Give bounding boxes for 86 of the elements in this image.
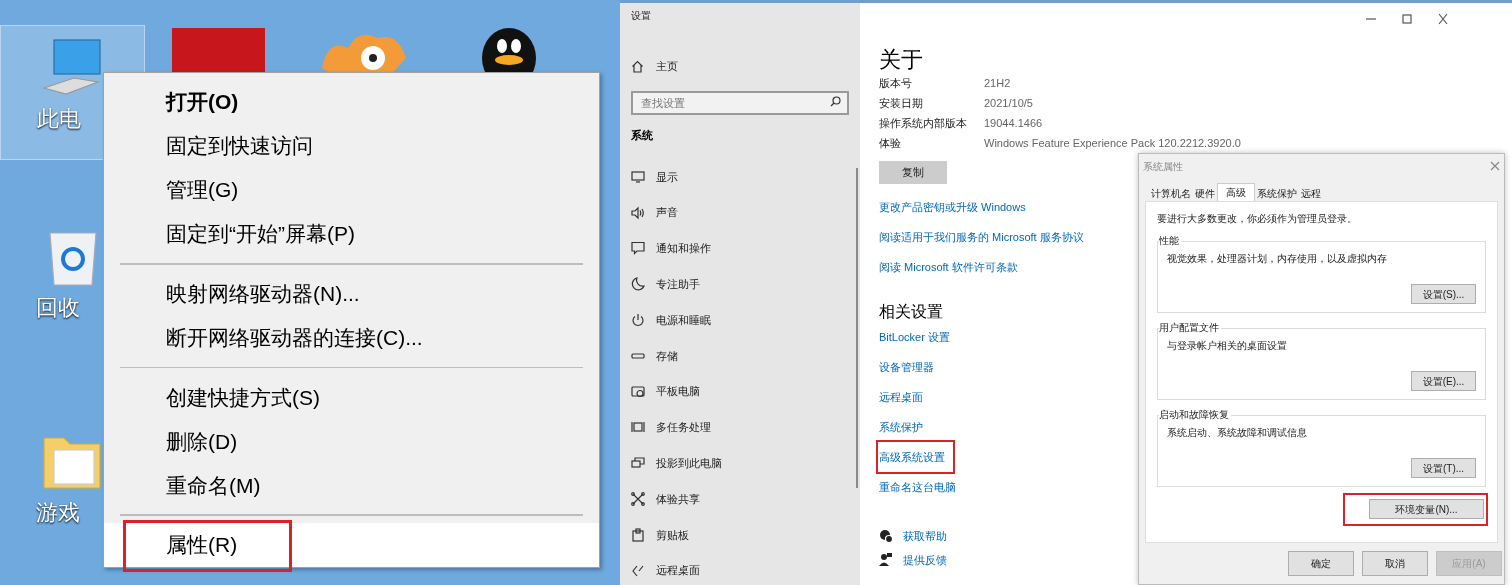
nodes-icon [631,492,645,507]
screens-icon [631,456,645,471]
dialog-title: 系统属性 [1143,159,1183,174]
home-icon [631,59,644,73]
moon-icon [631,277,645,292]
link[interactable]: 获取帮助 [903,527,947,545]
section-heading: 相关设置 [879,302,944,322]
clipboard-icon [631,527,645,542]
speech-bubble-icon [631,241,645,256]
menu-item[interactable]: 重命名(M) [104,463,599,508]
sidebar-item[interactable]: 远程桌面 [656,562,700,579]
link[interactable]: BitLocker 设置 [879,328,950,346]
close-icon [1436,13,1450,25]
sidebar-item[interactable]: 剪贴板 [656,526,689,544]
spec-label: 操作系统内部版本 [879,115,968,131]
link[interactable]: 高级系统设置 [879,448,945,466]
scrollbar[interactable] [856,168,858,488]
link[interactable]: 重命名这台电脑 [879,478,956,496]
environment-variables-button[interactable]: 环境变量(N)... [1369,499,1484,519]
search-icon [830,96,841,107]
group-description: 系统启动、系统故障和调试信息 [1167,427,1308,439]
sidebar-link[interactable]: 主页 [656,57,678,75]
dialog-button[interactable]: 取消 [1362,551,1428,576]
sidebar-item[interactable]: 平板电脑 [656,383,700,400]
spec-value: 19044.1466 [984,115,1043,131]
spec-label: 版本号 [879,75,913,91]
menu-item[interactable]: 固定到“开始”屏幕(P) [104,212,599,256]
tab[interactable]: 硬件 [1193,186,1217,201]
sidebar-item[interactable]: 显示 [656,168,678,186]
chat-bubbles-icon [879,529,893,543]
group-title: 性能 [1159,235,1181,247]
chevrons-icon [631,563,645,578]
windows-icon [631,420,645,435]
power-icon [631,313,645,328]
tab[interactable]: 高级 [1217,183,1255,201]
sidebar-item[interactable]: 通知和操作 [656,240,711,257]
link[interactable]: 提供反馈 [903,551,947,569]
copy-button[interactable]: 复制 [879,161,947,184]
sidebar-item[interactable]: 声音 [656,204,678,221]
menu-item[interactable]: 管理(G) [104,168,599,212]
notice-text: 要进行大多数更改，你必须作为管理员登录。 [1157,213,1358,225]
group-description: 与登录帐户相关的桌面设置 [1167,340,1288,352]
tab[interactable]: 系统保护 [1255,186,1299,201]
menu-item[interactable]: 创建快捷方式(S) [104,375,599,420]
group-title: 启动和故障恢复 [1159,409,1231,421]
link[interactable]: 远程桌面 [879,388,923,406]
desktop-icon-label: 此电 [36,106,81,132]
window-title: 设置 [631,10,652,22]
link[interactable]: 阅读 Microsoft 软件许可条款 [879,258,1018,276]
link[interactable]: 更改产品密钥或升级 Windows [879,198,1026,216]
page-heading: 关于 [879,47,924,73]
close-icon [1490,161,1500,171]
link[interactable]: 设备管理器 [879,358,934,376]
sidebar-item[interactable]: 投影到此电脑 [656,455,722,472]
spec-label: 安装日期 [879,95,924,111]
dialog-button[interactable]: 确定 [1288,551,1354,576]
spec-label: 体验 [879,135,902,151]
settings-button[interactable]: 设置(E)... [1411,371,1476,391]
spec-value: 2021/10/5 [984,95,1033,111]
maximize-icon [1400,13,1414,25]
monitor-icon [631,169,645,184]
sidebar-item[interactable]: 多任务处理 [656,419,711,436]
group-description: 视觉效果，处理器计划，内存使用，以及虚拟内存 [1167,253,1388,265]
search-field[interactable]: 查找设置 [631,91,849,115]
desktop-icon-label: 回收 [35,295,80,321]
menu-item[interactable]: 映射网络驱动器(N)... [104,271,599,316]
sidebar-item[interactable]: 体验共享 [656,490,700,508]
tab[interactable]: 远程 [1299,186,1323,201]
spec-value: 21H2 [984,75,1011,91]
sidebar-item[interactable]: 专注助手 [656,276,700,293]
desktop-icon-label: 游戏 [35,500,80,526]
section-heading: 系统 [631,128,654,142]
group-title: 用户配置文件 [1159,322,1221,334]
spec-value: Windows Feature Experience Pack 120.2212.3920.0 [984,135,1241,151]
person-icon [879,553,893,567]
settings-button[interactable]: 设置(S)... [1411,284,1476,304]
tab[interactable]: 计算机名 [1149,186,1193,201]
tablet-icon [631,384,645,399]
menu-item[interactable]: 删除(D) [104,419,599,464]
link[interactable]: 系统保护 [879,418,923,436]
sidebar-item[interactable]: 存储 [656,347,678,365]
menu-item[interactable]: 断开网络驱动器的连接(C)... [104,315,599,360]
speaker-icon [631,205,645,220]
sidebar-item[interactable]: 电源和睡眠 [656,311,711,329]
settings-button[interactable]: 设置(T)... [1411,458,1476,478]
link[interactable]: 阅读适用于我们服务的 Microsoft 服务协议 [879,228,1084,246]
